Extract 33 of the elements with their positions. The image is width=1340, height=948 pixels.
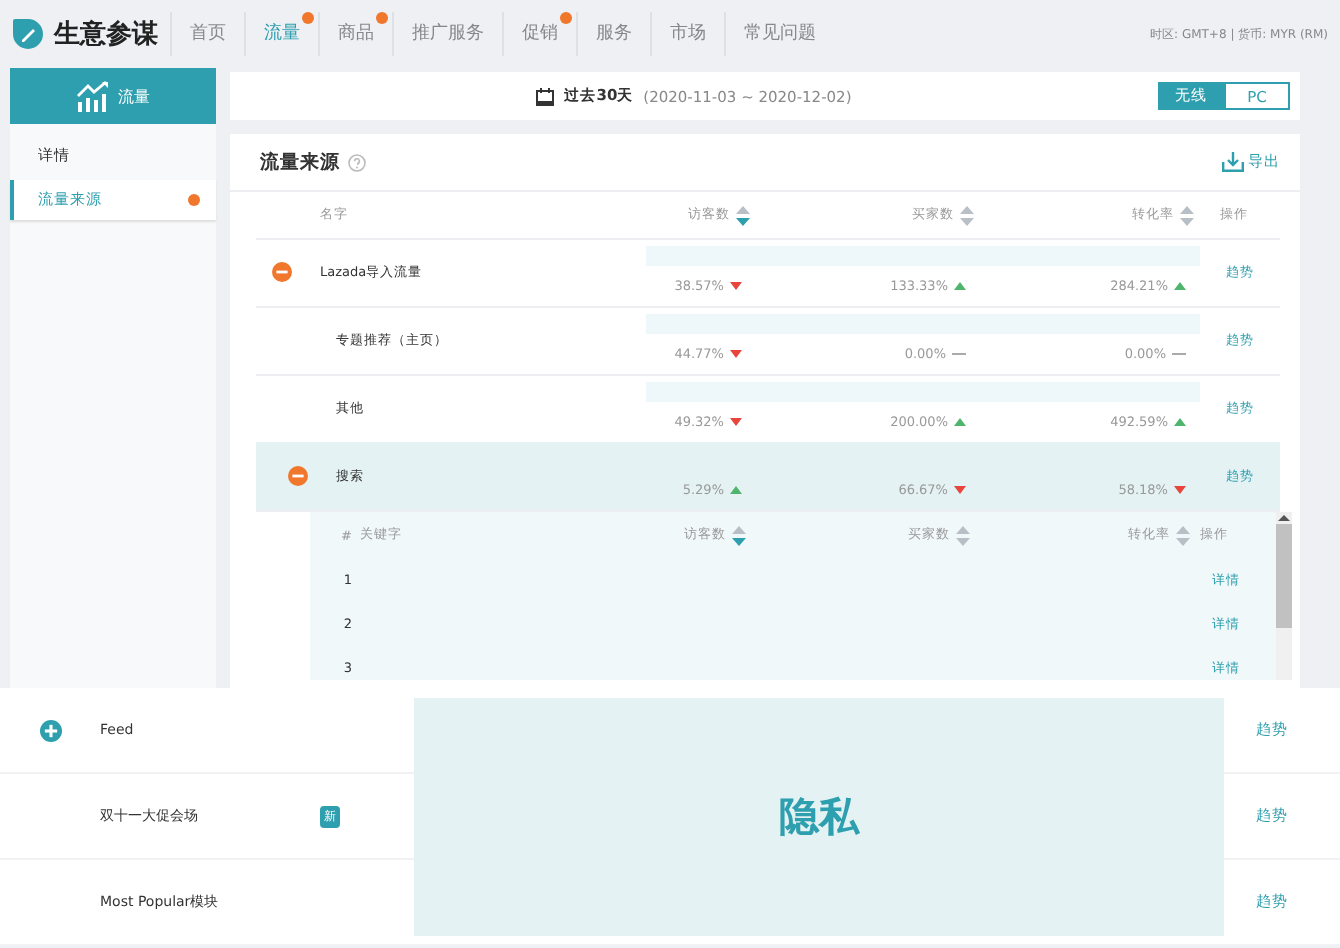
privacy-mask: 隐私	[414, 698, 1224, 936]
notification-dot	[302, 12, 314, 24]
nav-tab[interactable]: 服务	[576, 12, 650, 56]
collapse-icon[interactable]	[288, 466, 308, 486]
help-icon	[348, 153, 366, 171]
nav-tab[interactable]: 常见问题	[724, 12, 834, 56]
nav-tab[interactable]: 促销	[502, 12, 576, 56]
sort-icon	[732, 525, 746, 545]
nav-tab[interactable]: 推广服务	[392, 12, 502, 56]
expand-icon[interactable]	[39, 719, 61, 741]
sort-icon	[1180, 205, 1194, 225]
sort-icon	[960, 205, 974, 225]
nav-tab[interactable]: 市场	[650, 12, 724, 56]
download-icon	[1222, 152, 1244, 172]
sidebar-header[interactable]: 流量	[10, 68, 216, 124]
app-title: 生意参谋	[54, 17, 158, 52]
nav-tab[interactable]: 流量	[244, 12, 318, 56]
up-arrow-icon	[1276, 512, 1292, 524]
sort-icon	[736, 205, 750, 225]
panel-title: 流量来源	[260, 149, 340, 175]
collapse-icon[interactable]	[272, 262, 292, 282]
nav-tab[interactable]: 首页	[170, 12, 244, 56]
sidebar-header-label: 流量	[118, 85, 150, 107]
nav-tab[interactable]: 商品	[318, 12, 392, 56]
scrollbar[interactable]	[1276, 512, 1292, 680]
calendar-icon	[536, 87, 555, 105]
sort-icon	[1176, 525, 1190, 545]
sort-icon	[956, 525, 970, 545]
chart-icon	[76, 80, 112, 112]
notification-dot	[560, 12, 572, 24]
logo-icon	[12, 18, 44, 50]
scrollbar-thumb[interactable]	[1276, 524, 1292, 628]
notification-dot	[376, 12, 388, 24]
